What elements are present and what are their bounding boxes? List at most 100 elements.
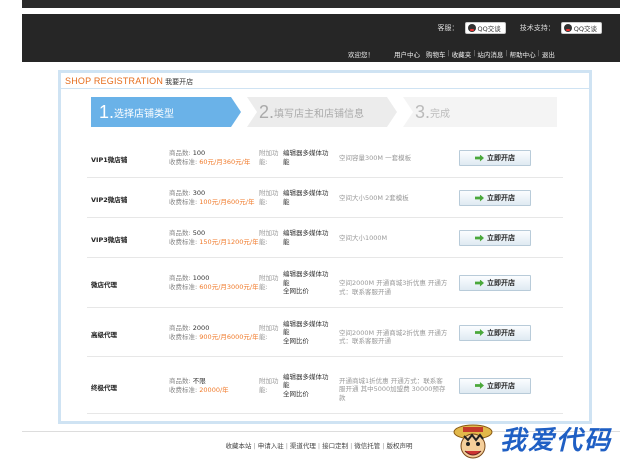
fee-label: 收费标准:: [169, 385, 198, 394]
step-label: 完成: [430, 108, 451, 120]
title-divider: [61, 88, 589, 89]
feature-text: 编辑器多媒体功能: [283, 372, 329, 390]
top-band: [22, 0, 620, 8]
footer-link[interactable]: 收藏本站: [225, 442, 251, 450]
open-shop-label: 立即开店: [487, 154, 515, 162]
step-indicator: 1. 选择店铺类型 2. 填写店主和店铺信息 3. 完成: [91, 97, 557, 127]
fee-label: 收费标准:: [169, 198, 198, 206]
step-number: 2.: [259, 101, 275, 122]
step-label: 填写店主和店铺信息: [274, 108, 365, 120]
footer-link[interactable]: 申请入驻: [258, 442, 284, 450]
qq-icon: [467, 24, 476, 32]
tech-support-label: 技术支持：: [519, 24, 555, 32]
feature-list: 编辑器多媒体功能: [283, 149, 331, 166]
arrow-right-icon: [475, 194, 484, 202]
nav-cart[interactable]: 购物车: [426, 49, 446, 59]
fee-label: 收费标准:: [169, 238, 198, 246]
nav-favorites[interactable]: 收藏夹: [452, 49, 472, 59]
qty-value: 500: [192, 229, 206, 237]
fee-label: 收费标准:: [169, 158, 198, 166]
registration-card: SHOP REGISTRATION 我要开店 1. 选择店铺类型 2. 填写店主和店铺…: [58, 70, 592, 424]
shop-type-row: VIP3微店铺 商品数: 500 收费标准: 150元/月1200元/年 附加功…: [87, 218, 563, 258]
addl-label: 附加功能:: [259, 189, 279, 206]
qty-value: 100: [192, 149, 206, 157]
qty-label: 商品数:: [169, 323, 191, 332]
arrow-right-icon: [475, 329, 484, 336]
feature-extra: 全网比价: [283, 389, 309, 398]
step-number: 3.: [415, 101, 431, 122]
nav-help[interactable]: 帮助中心: [510, 49, 536, 59]
fee-label: 收费标准:: [169, 283, 198, 291]
qty-value: 1000: [192, 274, 210, 282]
shop-type-name: VIP1微店铺: [91, 156, 128, 164]
shop-type-name: 微店代理: [91, 281, 117, 289]
addl-label: 附加功能:: [259, 229, 279, 246]
footer-link[interactable]: 接口定制: [322, 442, 348, 450]
shop-type-row: VIP1微店铺 商品数: 100 收费标准: 60元/月360元/年 附加功能:…: [87, 138, 563, 178]
pirate-mascot-icon: [453, 424, 493, 459]
feature-extra: 全网比价: [283, 287, 309, 295]
addl-label: 附加功能:: [259, 274, 279, 291]
addl-label: 附加功能:: [259, 376, 279, 394]
shop-type-list: VIP1微店铺 商品数: 100 收费标准: 60元/月360元/年 附加功能:…: [87, 138, 563, 414]
fee-label: 收费标准:: [169, 332, 198, 341]
arrow-right-icon: [475, 382, 484, 389]
user-nav: 欢迎您！ 用户中心 购物车 | 收藏夹 | 站内消息 | 帮助中心 | 退出: [348, 49, 555, 59]
qty-label: 商品数:: [169, 189, 191, 197]
feature-list: 编辑器多媒体功能: [283, 229, 331, 246]
addl-label: 附加功能:: [259, 149, 279, 166]
step-label: 选择店铺类型: [114, 108, 175, 120]
nav-messages[interactable]: 站内消息: [477, 49, 503, 59]
open-shop-button[interactable]: 立即开店: [459, 275, 531, 291]
fee-value: 150元/月1200元/年: [199, 238, 259, 246]
feature-text: 编辑器多媒体功能: [283, 270, 329, 287]
fee-value: 100元/月600元/年: [199, 198, 255, 206]
nav-user-center[interactable]: 用户中心: [394, 49, 420, 59]
open-shop-button[interactable]: 立即开店: [459, 190, 531, 206]
open-shop-label: 立即开店: [487, 194, 515, 202]
fee-value: 60元/月360元/年: [199, 158, 251, 166]
fee-value: 20000/年: [199, 385, 229, 394]
arrow-right-icon: [475, 154, 484, 162]
shop-type-row: VIP2微店铺 商品数: 300 收费标准: 100元/月600元/年 附加功能…: [87, 178, 563, 218]
fee-value: 600元/月3000元/年: [199, 283, 259, 291]
open-shop-label: 立即开店: [487, 279, 515, 287]
footer-link[interactable]: 渠道代理: [290, 442, 316, 450]
step-number: 1.: [99, 101, 115, 122]
page-title-zh: 我要开店: [165, 78, 194, 86]
qq-chat-support-button[interactable]: QQ交谈: [464, 22, 506, 34]
page-title-en: SHOP REGISTRATION: [65, 76, 164, 86]
qty-label: 商品数:: [169, 376, 191, 385]
open-shop-label: 立即开店: [487, 328, 515, 337]
feature-list: 编辑器多媒体功能 全网比价: [283, 320, 331, 346]
shop-type-name: 高级代理: [91, 330, 117, 339]
qq-chat-tech-button[interactable]: QQ交谈: [560, 22, 602, 34]
feature-extra: 全网比价: [283, 336, 309, 345]
shop-description: 空间2000M 开通商城3折优惠 开通方式：联系客服开通: [339, 279, 448, 296]
qq-chat-label: QQ交谈: [573, 25, 597, 33]
qq-icon: [563, 24, 572, 32]
open-shop-button[interactable]: 立即开店: [459, 324, 531, 341]
shop-description: 空间大小500M 2套模板: [339, 194, 409, 202]
shop-pricing: 商品数: 100 收费标准: 60元/月360元/年: [169, 149, 250, 167]
shop-pricing: 商品数: 2000 收费标准: 900元/月6000元/年: [169, 324, 259, 342]
qty-label: 商品数:: [169, 274, 191, 282]
open-shop-button[interactable]: 立即开店: [459, 150, 531, 166]
addl-label: 附加功能:: [259, 323, 279, 341]
feature-text: 编辑器多媒体功能: [283, 229, 329, 246]
open-shop-button[interactable]: 立即开店: [459, 377, 531, 394]
step-1-active: 1. 选择店铺类型: [91, 97, 241, 127]
open-shop-button[interactable]: 立即开店: [459, 230, 531, 246]
qty-label: 商品数:: [169, 149, 191, 157]
arrow-right-icon: [475, 279, 484, 287]
shop-pricing: 商品数: 300 收费标准: 100元/月600元/年: [169, 189, 254, 207]
page-title: SHOP REGISTRATION 我要开店: [65, 76, 193, 87]
footer-link[interactable]: 微信托管: [354, 442, 380, 450]
shop-type-name: VIP3微店铺: [91, 236, 128, 244]
nav-logout[interactable]: 退出: [542, 49, 555, 59]
step-2: 2. 填写店主和店铺信息: [247, 97, 397, 127]
shop-type-row: 高级代理 商品数: 2000 收费标准: 900元/月6000元/年 附加功能:…: [87, 308, 563, 357]
qty-label: 商品数:: [169, 229, 191, 237]
shop-pricing: 商品数: 不限 收费标准: 20000/年: [169, 377, 229, 395]
footer-link[interactable]: 版权声明: [387, 442, 413, 450]
